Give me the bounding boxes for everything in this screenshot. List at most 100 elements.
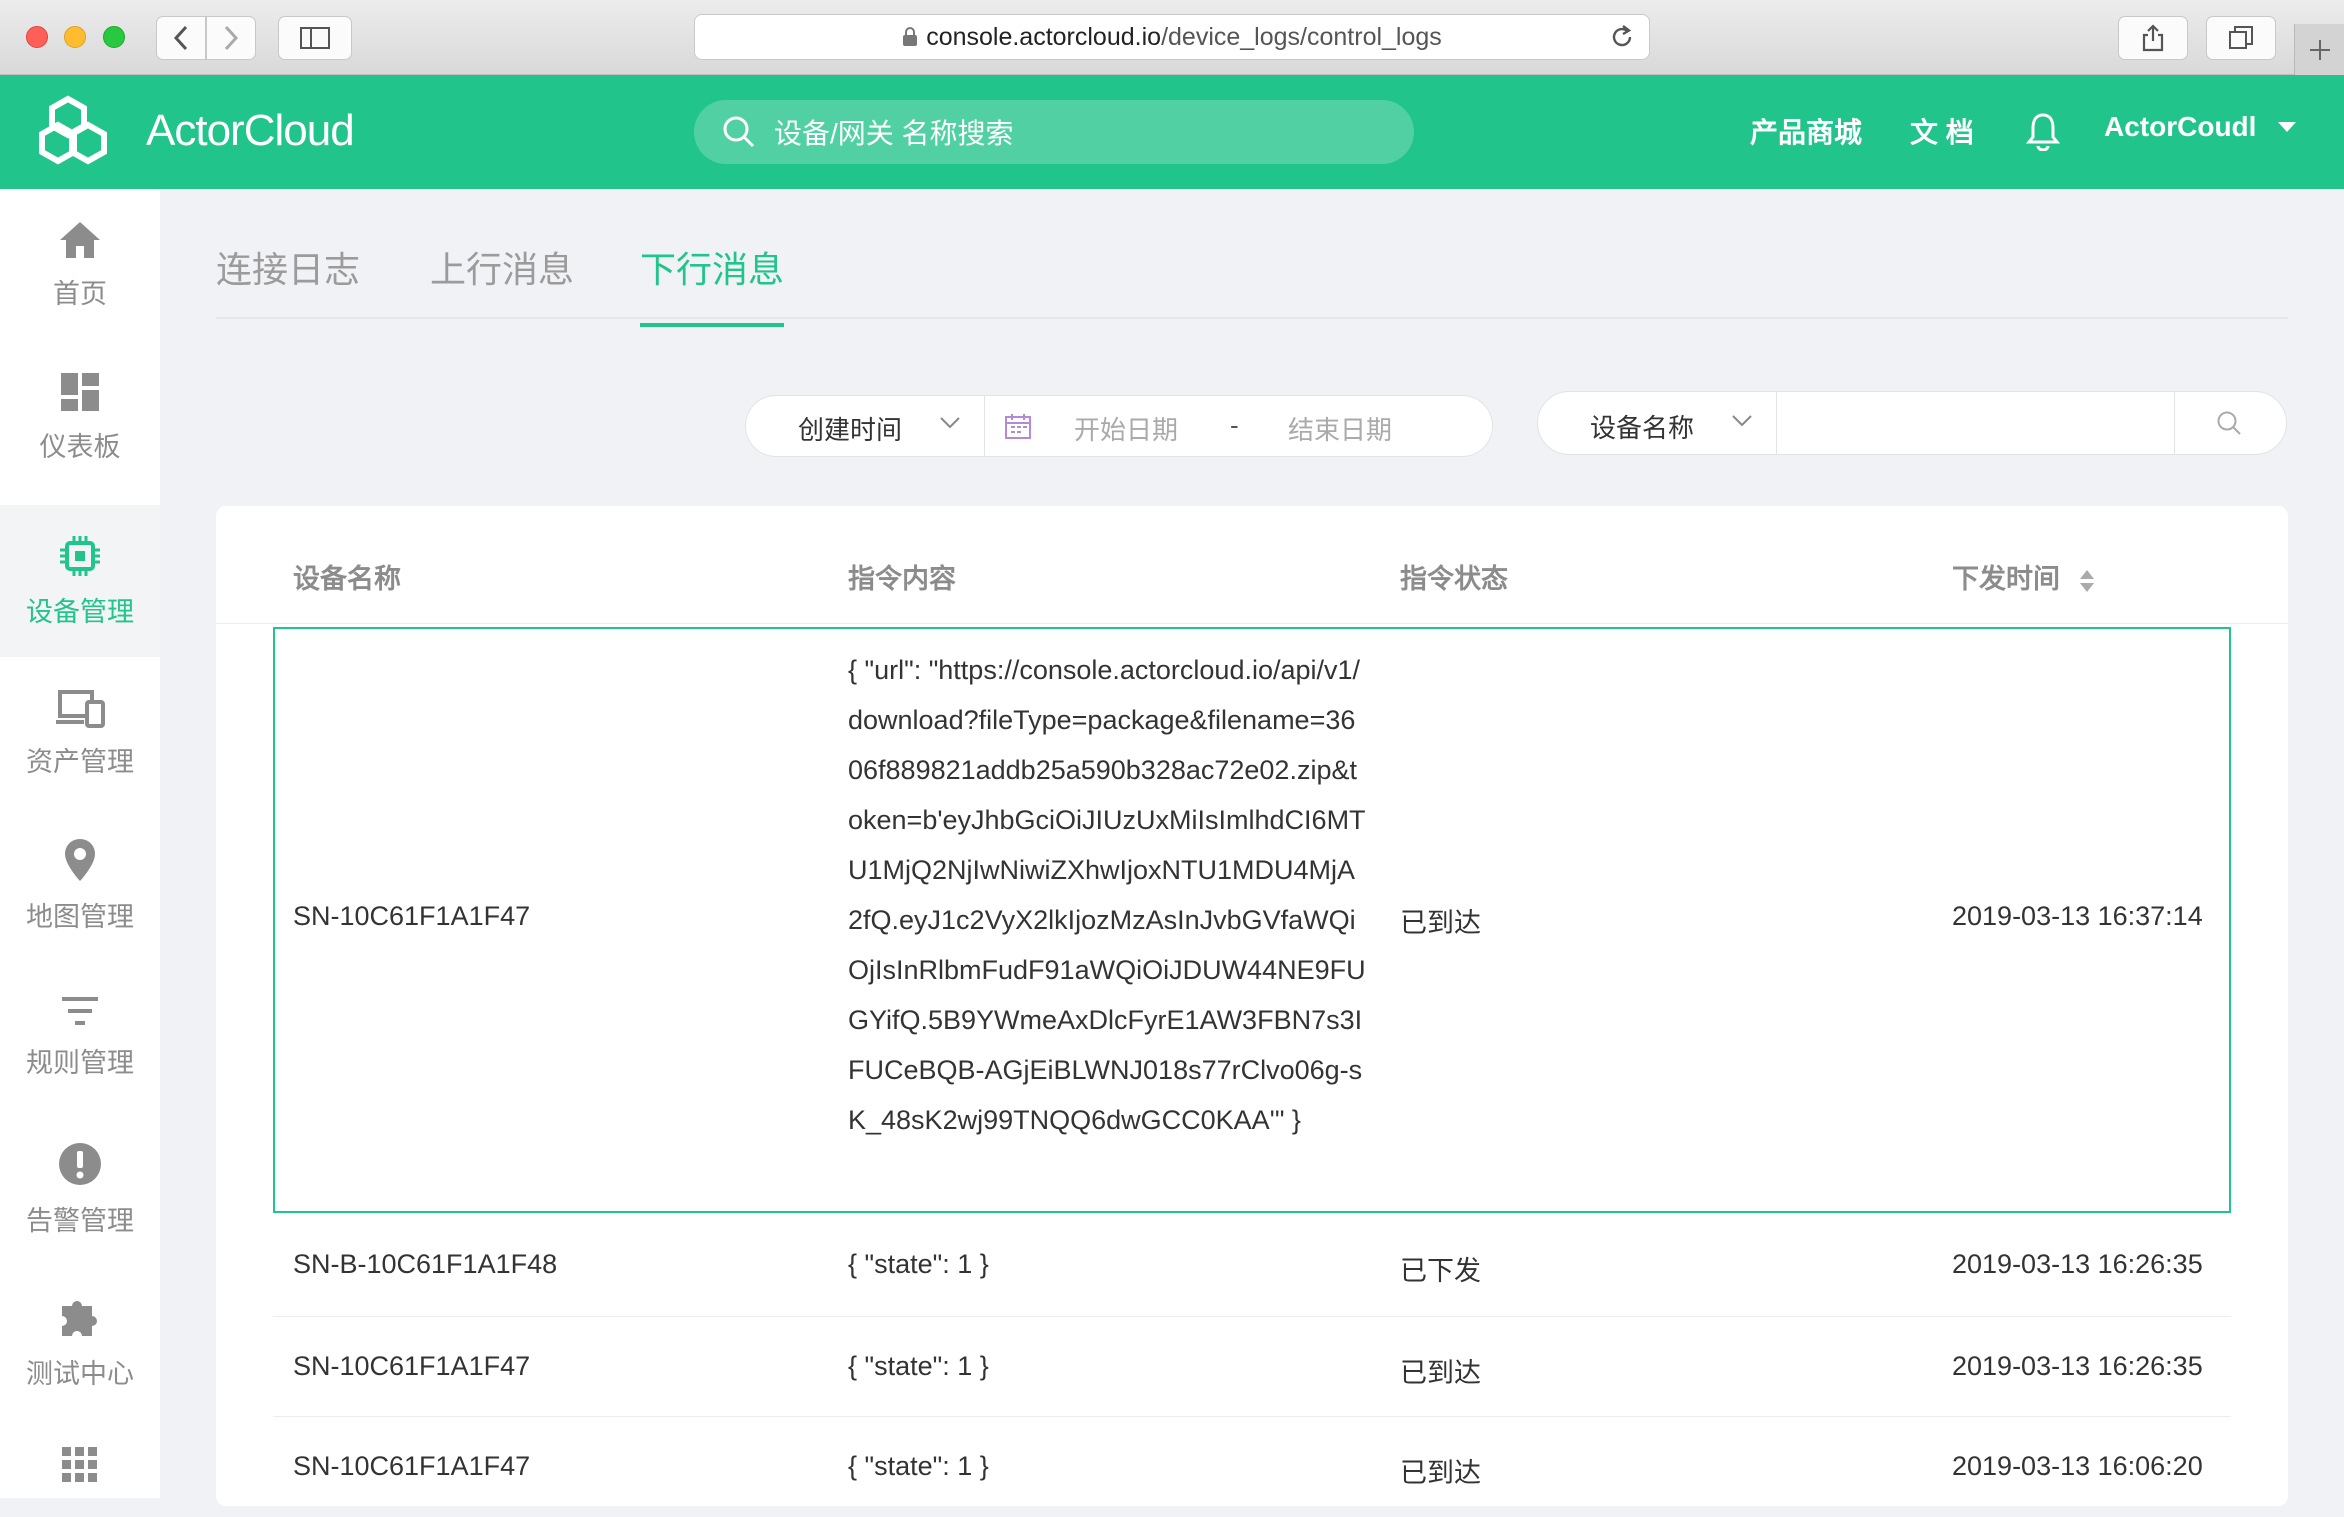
column-header-status: 指令状态: [1400, 564, 1508, 594]
sidebar-item-label: 地图管理: [26, 901, 134, 932]
new-tab-button[interactable]: [2294, 24, 2344, 75]
command-cell: { "url": "https://console.actorcloud.io/…: [848, 655, 1366, 1135]
chevron-left-icon: [173, 25, 188, 51]
share-button[interactable]: [2118, 16, 2188, 60]
actorcloud-logo-icon: [39, 95, 107, 165]
status-cell: 已到达: [1400, 1458, 1481, 1488]
chevron-down-icon[interactable]: [939, 416, 961, 430]
global-search[interactable]: 设备/网关 名称搜索: [694, 100, 1414, 164]
user-menu[interactable]: ActorCoudl: [2104, 111, 2297, 143]
column-header-command: 指令内容: [848, 564, 956, 594]
end-date-input[interactable]: 结束日期: [1288, 410, 1392, 447]
app-header: ActorCloud 设备/网关 名称搜索 产品商城 文 档 ActorCoud…: [0, 75, 2344, 189]
sidebar-item-label: 仪表板: [39, 431, 121, 462]
log-tabs: 连接日志 上行消息 下行消息: [216, 189, 2288, 327]
window-zoom-button[interactable]: [103, 26, 125, 48]
date-separator: -: [1230, 410, 1239, 440]
name-field-select[interactable]: 设备名称: [1590, 408, 1694, 445]
time-cell: 2019-03-13 16:37:14: [1952, 901, 2203, 931]
time-cell: 2019-03-13 16:26:35: [1952, 1351, 2203, 1381]
window-close-button[interactable]: [26, 26, 48, 48]
sidebar-item-home[interactable]: 首页: [0, 189, 160, 341]
logo[interactable]: ActorCloud: [38, 95, 355, 167]
chevron-right-icon: [224, 25, 239, 51]
table-row[interactable]: SN-10C61F1A1F47 { "url": "https://consol…: [273, 627, 2231, 1213]
device-name-filter: 设备名称: [1537, 391, 2287, 455]
tabs-overview-button[interactable]: [2206, 16, 2276, 60]
sidebar-item-assets[interactable]: 资产管理: [0, 657, 160, 809]
search-placeholder: 设备/网关 名称搜索: [774, 118, 1014, 149]
reload-icon[interactable]: [1609, 23, 1635, 51]
url-path: /device_logs/control_logs: [1161, 22, 1442, 51]
divider: [2174, 392, 2175, 454]
sidebar-item-label: 测试中心: [26, 1358, 134, 1389]
divider: [984, 396, 985, 456]
command-cell: { "state": 1 }: [848, 1249, 989, 1279]
time-cell: 2019-03-13 16:06:20: [1952, 1451, 2203, 1481]
tab-uplink-messages[interactable]: 上行消息: [430, 241, 574, 323]
sidebar-item-test-center[interactable]: 测试中心: [0, 1265, 160, 1417]
sidebar-item-devices[interactable]: 设备管理: [0, 505, 160, 657]
table-row[interactable]: SN-B-10C61F1A1F48 { "state": 1 } 已下发 201…: [273, 1213, 2231, 1317]
logo-text: ActorCloud: [146, 106, 355, 155]
plus-icon: [2309, 39, 2330, 60]
time-cell: 2019-03-13 16:26:35: [1952, 1249, 2203, 1279]
column-header-time[interactable]: 下发时间: [1952, 557, 2096, 596]
column-header-device: 设备名称: [293, 564, 401, 594]
tab-downlink-messages[interactable]: 下行消息: [640, 241, 785, 327]
url-host: console.actorcloud.io: [926, 22, 1162, 51]
calendar-icon: [1005, 414, 1031, 439]
product-store-link[interactable]: 产品商城: [1750, 111, 1862, 151]
browser-toolbar: console.actorcloud.io/device_logs/contro…: [0, 0, 2344, 75]
grid-icon: [62, 1447, 97, 1482]
filter-icon: [62, 996, 98, 1025]
search-icon: [723, 116, 755, 148]
chip-icon: [60, 535, 100, 576]
tab-connection-logs[interactable]: 连接日志: [216, 241, 360, 323]
sidebar: 首页 仪表板 设备管理 资产管理 地图管理 规则管理 告警管理 测试中心: [0, 189, 160, 1498]
search-icon[interactable]: [2216, 410, 2242, 436]
device-name-input[interactable]: [1798, 404, 2198, 442]
device-name-cell: SN-10C61F1A1F47: [293, 1351, 531, 1381]
date-range-filter: 创建时间 开始日期 - 结束日期: [745, 395, 1493, 457]
alert-icon: [59, 1142, 101, 1185]
sidebar-item-dashboard[interactable]: 仪表板: [0, 341, 160, 493]
puzzle-icon: [62, 1300, 97, 1336]
sidebar-item-more[interactable]: [0, 1417, 160, 1507]
dashboard-icon: [61, 372, 99, 411]
device-name-cell: SN-10C61F1A1F47: [293, 1451, 531, 1481]
table-row[interactable]: SN-10C61F1A1F47 { "state": 1 } 已到达 2019-…: [273, 1317, 2231, 1417]
divider: [1776, 392, 1777, 454]
address-bar[interactable]: console.actorcloud.io/device_logs/contro…: [694, 14, 1650, 60]
sort-icon[interactable]: [2078, 568, 2096, 594]
start-date-input[interactable]: 开始日期: [1074, 410, 1178, 447]
home-icon: [60, 221, 100, 258]
bell-icon[interactable]: [2026, 111, 2060, 151]
chevron-down-icon[interactable]: [1731, 414, 1753, 428]
sidebar-item-alerts[interactable]: 告警管理: [0, 1113, 160, 1265]
device-name-cell: SN-B-10C61F1A1F48: [293, 1249, 558, 1279]
column-header-time-label: 下发时间: [1952, 564, 2060, 594]
lock-icon: [903, 27, 918, 46]
back-button[interactable]: [156, 16, 206, 60]
sidebar-toggle-button[interactable]: [278, 16, 352, 60]
caret-down-icon: [2278, 122, 2297, 132]
docs-link[interactable]: 文 档: [1910, 111, 1974, 151]
sidebar-item-map[interactable]: 地图管理: [0, 809, 160, 961]
control-logs-table: 设备名称 指令内容 指令状态 下发时间 SN-10C61F1A1F47 { "u…: [216, 506, 2288, 1506]
sidebar-item-label: 告警管理: [26, 1205, 134, 1236]
status-cell: 已到达: [1400, 1358, 1481, 1388]
share-icon: [2142, 24, 2164, 52]
sidebar-item-label: 首页: [53, 278, 107, 309]
sidebar-item-rules[interactable]: 规则管理: [0, 961, 160, 1113]
sidebar-item-label: 资产管理: [26, 746, 134, 777]
date-field-select[interactable]: 创建时间: [798, 410, 902, 447]
tabs-icon: [2229, 26, 2253, 49]
command-cell: { "state": 1 }: [848, 1351, 989, 1381]
map-pin-icon: [65, 838, 95, 881]
table-row[interactable]: SN-10C61F1A1F47 { "state": 1 } 已到达 2019-…: [273, 1417, 2231, 1517]
sidebar-icon: [300, 27, 330, 49]
window-minimize-button[interactable]: [64, 26, 86, 48]
forward-button[interactable]: [206, 16, 256, 60]
sidebar-item-label: 规则管理: [26, 1047, 134, 1078]
